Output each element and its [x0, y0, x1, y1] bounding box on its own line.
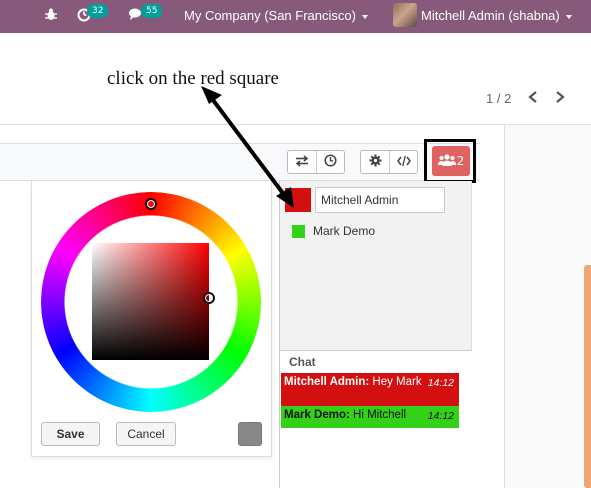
user-name: Mitchell Admin (shabna) — [421, 8, 560, 23]
swap-button[interactable] — [288, 151, 316, 173]
pager-previous-button[interactable] — [525, 88, 541, 108]
user-color-square-green[interactable] — [292, 225, 305, 238]
avatar[interactable] — [393, 3, 417, 27]
user-name-input[interactable]: Mitchell Admin — [315, 187, 445, 213]
code-icon — [396, 155, 411, 170]
history-button[interactable] — [316, 151, 344, 173]
cancel-button[interactable]: Cancel — [116, 422, 176, 446]
pager-next-button[interactable] — [552, 88, 568, 108]
company-switcher[interactable]: My Company (San Francisco) — [184, 8, 368, 24]
annotation-text: click on the red square — [107, 68, 279, 89]
saturation-handle[interactable] — [203, 292, 215, 304]
highlight-box — [424, 139, 476, 183]
chat-author: Mark Demo: — [284, 409, 350, 421]
company-name: My Company (San Francisco) — [184, 8, 356, 23]
chevron-down-icon — [565, 14, 572, 19]
user-name-label: Mark Demo — [313, 224, 376, 238]
saturation-value-square[interactable] — [92, 243, 209, 360]
hue-handle[interactable] — [145, 198, 157, 210]
top-navbar: 32 55 My Company (San Francisco) Mitchel… — [0, 0, 591, 33]
history-button-group — [287, 150, 345, 174]
chat-title: Chat — [289, 355, 316, 369]
activity-badge: 32 — [87, 4, 109, 18]
chat-text: Hey Mark — [372, 376, 422, 388]
chat-message: Mark Demo: Hi Mitchell 14:12 — [281, 406, 459, 428]
messages-badge: 55 — [141, 4, 163, 18]
chat-time: 14:12 — [427, 410, 454, 422]
user-color-square-red[interactable] — [285, 188, 311, 212]
user-menu[interactable]: Mitchell Admin (shabna) — [421, 8, 572, 24]
settings-button-group — [360, 150, 418, 174]
settings-button[interactable] — [361, 151, 389, 173]
swap-icon — [295, 154, 309, 170]
chevron-down-icon — [361, 14, 368, 19]
save-button[interactable]: Save — [41, 422, 100, 446]
clock-icon — [324, 154, 337, 170]
code-view-button[interactable] — [389, 151, 417, 173]
chat-time: 14:12 — [427, 377, 454, 389]
gear-icon — [369, 154, 382, 170]
pager-value[interactable]: 1 / 2 — [486, 91, 511, 106]
bug-icon[interactable] — [44, 8, 58, 22]
color-preview-swatch — [238, 422, 262, 446]
chat-author: Mitchell Admin: — [284, 376, 370, 388]
control-panel — [0, 33, 591, 125]
chat-message: Mitchell Admin: Hey Mark 14:12 — [281, 373, 459, 406]
editor-toolbar — [0, 143, 480, 181]
chat-text: Hi Mitchell — [353, 409, 407, 421]
scrollbar[interactable] — [584, 265, 591, 488]
